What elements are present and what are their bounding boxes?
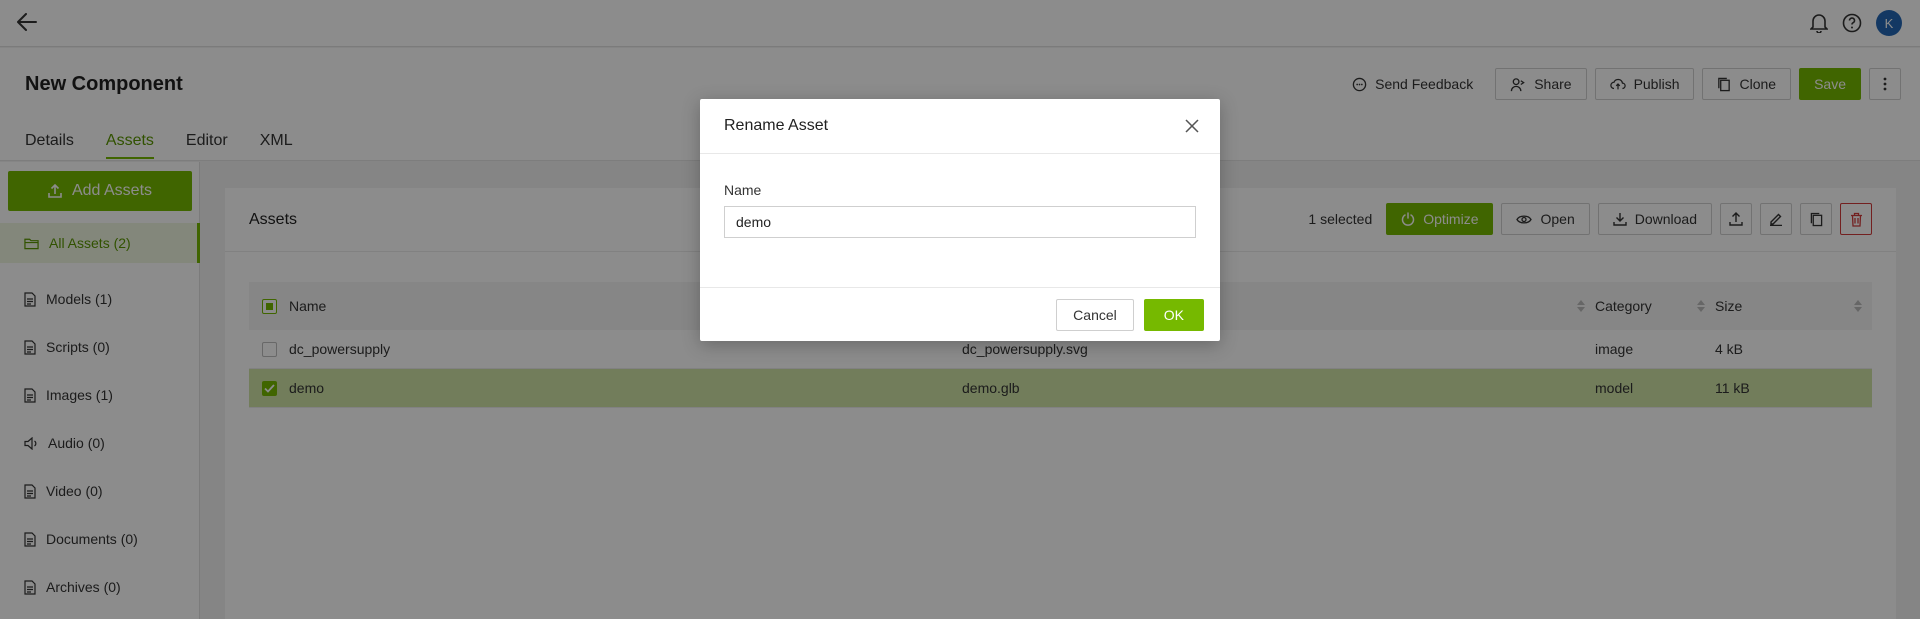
close-button[interactable] bbox=[1184, 118, 1200, 134]
dialog-header: Rename Asset bbox=[700, 99, 1220, 154]
dialog-footer: Cancel OK bbox=[1056, 299, 1204, 331]
cancel-button[interactable]: Cancel bbox=[1056, 299, 1134, 331]
name-input[interactable] bbox=[724, 206, 1196, 238]
rename-asset-dialog: Rename Asset Name Cancel OK bbox=[700, 99, 1220, 341]
dialog-body: Name bbox=[700, 154, 1220, 288]
ok-button[interactable]: OK bbox=[1143, 299, 1204, 331]
close-icon bbox=[1185, 119, 1199, 133]
dialog-title: Rename Asset bbox=[724, 117, 829, 134]
name-field-label: Name bbox=[724, 182, 762, 198]
